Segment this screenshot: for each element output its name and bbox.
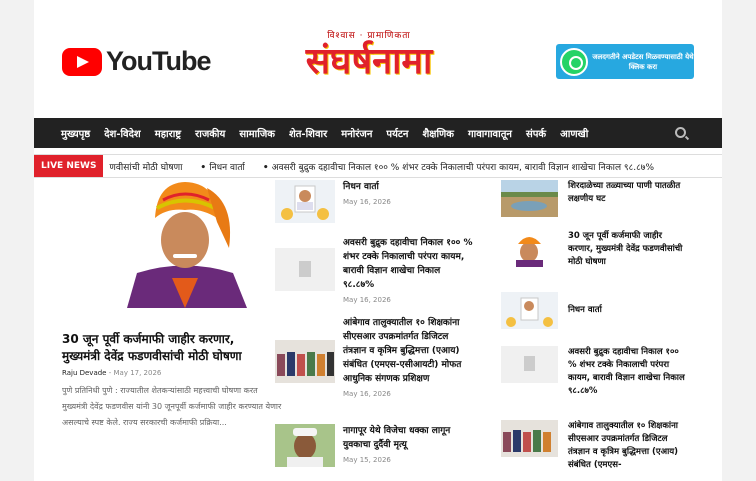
article-date: May 16, 2026	[343, 198, 391, 206]
featured-date: May 17, 2026	[113, 369, 162, 377]
article-thumbnail-placeholder[interactable]	[275, 248, 335, 291]
list-item[interactable]: अवसरी बुद्रुक दहावीचा निकाल १०० % शंभर ट…	[501, 346, 688, 398]
nav-item[interactable]: शैक्षणिक	[422, 126, 453, 140]
right-margin	[722, 0, 756, 481]
nav-item[interactable]: महाराष्ट्र	[155, 126, 181, 140]
list-item[interactable]: शिरदाळेच्या तळ्याच्या पाणी पातळीत लक्षणी…	[501, 180, 688, 217]
live-news-ticker: LIVE NEWS णवीसांची मोठी घोषणा निधन वार्त…	[34, 154, 722, 178]
featured-portrait-image	[97, 178, 273, 308]
main-nav: मुख्यपृष्ठ देश-विदेश महाराष्ट्र राजकीय स…	[34, 118, 722, 148]
article-title[interactable]: अवसरी बुद्रुक दहावीचा निकाल १०० % शंभर ट…	[568, 346, 688, 398]
featured-meta: Raju Devade - May 17, 2026	[62, 369, 161, 377]
article-thumbnail[interactable]	[501, 292, 558, 329]
article-date: May 15, 2026	[343, 456, 391, 464]
memorial-photo-image	[506, 297, 553, 327]
list-item[interactable]: 30 जून पूर्वी कर्जमाफी जाहीर करणार, मुख्…	[501, 230, 688, 269]
featured-title[interactable]: 30 जून पूर्वी कर्जमाफी जाहीर करणार, मुख्…	[62, 331, 274, 365]
whatsapp-banner-text: जलदगतीने अपडेटस मिळवण्यासाठी येथे क्लिक …	[592, 52, 694, 71]
article-title[interactable]: 30 जून पूर्वी कर्जमाफी जाहीर करणार, मुख्…	[568, 230, 688, 269]
portrait-photo-image	[516, 237, 543, 267]
nav-item[interactable]: मनोरंजन	[341, 126, 372, 140]
page: YouTube विश्वास · प्रामाणिकता संघर्षनामा…	[34, 0, 722, 481]
featured-author[interactable]: Raju Devade	[62, 369, 107, 377]
youtube-play-icon	[62, 47, 102, 76]
nav-item[interactable]: राजकीय	[195, 126, 225, 140]
logo-tagline: विश्वास · प्रामाणिकता	[327, 31, 411, 41]
list-item[interactable]: आंबेगाव तालुक्यातील १० शिक्षकांना सीएसआर…	[501, 420, 688, 472]
article-title[interactable]: निधन वार्ता	[343, 180, 473, 194]
featured-excerpt: पुणे प्रतिनिधी पुणे : राज्यातील शेतकऱ्या…	[62, 386, 282, 427]
list-item[interactable]: आंबेगाव तालुक्यातील १० शिक्षकांना सीएसआर…	[275, 316, 473, 398]
article-thumbnail-placeholder[interactable]	[501, 346, 558, 383]
article-text: अवसरी बुद्रुक दहावीचा निकाल १०० % शंभर ट…	[343, 236, 473, 304]
nav-item[interactable]: मुख्यपृष्ठ	[61, 126, 90, 140]
list-item[interactable]: नागापूर येथे विजेचा धक्का लागून युवकाचा …	[275, 424, 473, 467]
list-item[interactable]: निधन वार्ता	[501, 292, 688, 329]
article-title[interactable]: अवसरी बुद्रुक दहावीचा निकाल १०० % शंभर ट…	[343, 236, 473, 292]
whatsapp-banner[interactable]: जलदगतीने अपडेटस मिळवण्यासाठी येथे क्लिक …	[556, 44, 694, 79]
ticker-item[interactable]: अवसरी बुद्रुक दहावीचा निकाल १०० % शंभर ट…	[263, 160, 654, 173]
featured-image[interactable]	[97, 178, 273, 308]
article-title[interactable]: आंबेगाव तालुक्यातील १० शिक्षकांना सीएसआर…	[568, 420, 688, 472]
nav-item[interactable]: पर्यटन	[386, 126, 408, 140]
article-date: May 16, 2026	[343, 296, 391, 304]
article-title[interactable]: नागापूर येथे विजेचा धक्का लागून युवकाचा …	[343, 424, 473, 452]
ticker-item[interactable]: निधन वार्ता	[200, 160, 245, 173]
ticker-item[interactable]: णवीसांची मोठी घोषणा	[109, 160, 182, 173]
article-text: आंबेगाव तालुक्यातील १० शिक्षकांना सीएसआर…	[343, 316, 473, 398]
article-title[interactable]: आंबेगाव तालुक्यातील १० शिक्षकांना सीएसआर…	[343, 316, 473, 386]
header: YouTube विश्वास · प्रामाणिकता संघर्षनामा…	[34, 0, 722, 118]
article-thumbnail[interactable]	[501, 180, 558, 217]
article-text: निधन वार्ता May 16, 2026	[343, 180, 473, 223]
memorial-photo-image	[281, 185, 329, 220]
youtube-wordmark: YouTube	[106, 46, 211, 76]
logo-title: संघर्षनामा	[305, 40, 433, 82]
nav-item[interactable]: आणखी	[560, 126, 588, 140]
nav-item[interactable]: देश-विदेश	[104, 126, 141, 140]
article-thumbnail[interactable]	[501, 420, 558, 457]
article-thumbnail[interactable]	[501, 230, 558, 267]
article-title[interactable]: शिरदाळेच्या तळ्याच्या पाणी पातळीत लक्षणी…	[568, 180, 688, 217]
live-news-label: LIVE NEWS	[34, 155, 104, 177]
article-thumbnail[interactable]	[275, 424, 335, 467]
article-text: नागापूर येथे विजेचा धक्का लागून युवकाचा …	[343, 424, 473, 467]
article-title[interactable]: निधन वार्ता	[568, 304, 688, 329]
youtube-banner[interactable]: YouTube	[62, 46, 211, 77]
nav-item[interactable]: संपर्क	[526, 126, 546, 140]
group-photo-image	[275, 340, 335, 383]
article-thumbnail[interactable]	[275, 180, 335, 223]
list-item[interactable]: निधन वार्ता May 16, 2026	[275, 180, 473, 223]
nav-item[interactable]: शेत-शिवार	[289, 126, 327, 140]
search-icon[interactable]	[675, 127, 686, 138]
lake-photo-image	[501, 180, 558, 217]
group-photo-image	[501, 420, 558, 457]
site-logo[interactable]: विश्वास · प्रामाणिकता संघर्षनामा	[294, 28, 444, 88]
whatsapp-icon	[560, 47, 588, 76]
list-item[interactable]: अवसरी बुद्रुक दहावीचा निकाल १०० % शंभर ट…	[275, 236, 473, 304]
nav-item[interactable]: सामाजिक	[239, 126, 275, 140]
article-thumbnail[interactable]	[275, 340, 335, 383]
article-date: May 16, 2026	[343, 390, 391, 398]
nav-item[interactable]: गावागावातून	[468, 126, 512, 140]
person-photo-image	[275, 424, 335, 467]
